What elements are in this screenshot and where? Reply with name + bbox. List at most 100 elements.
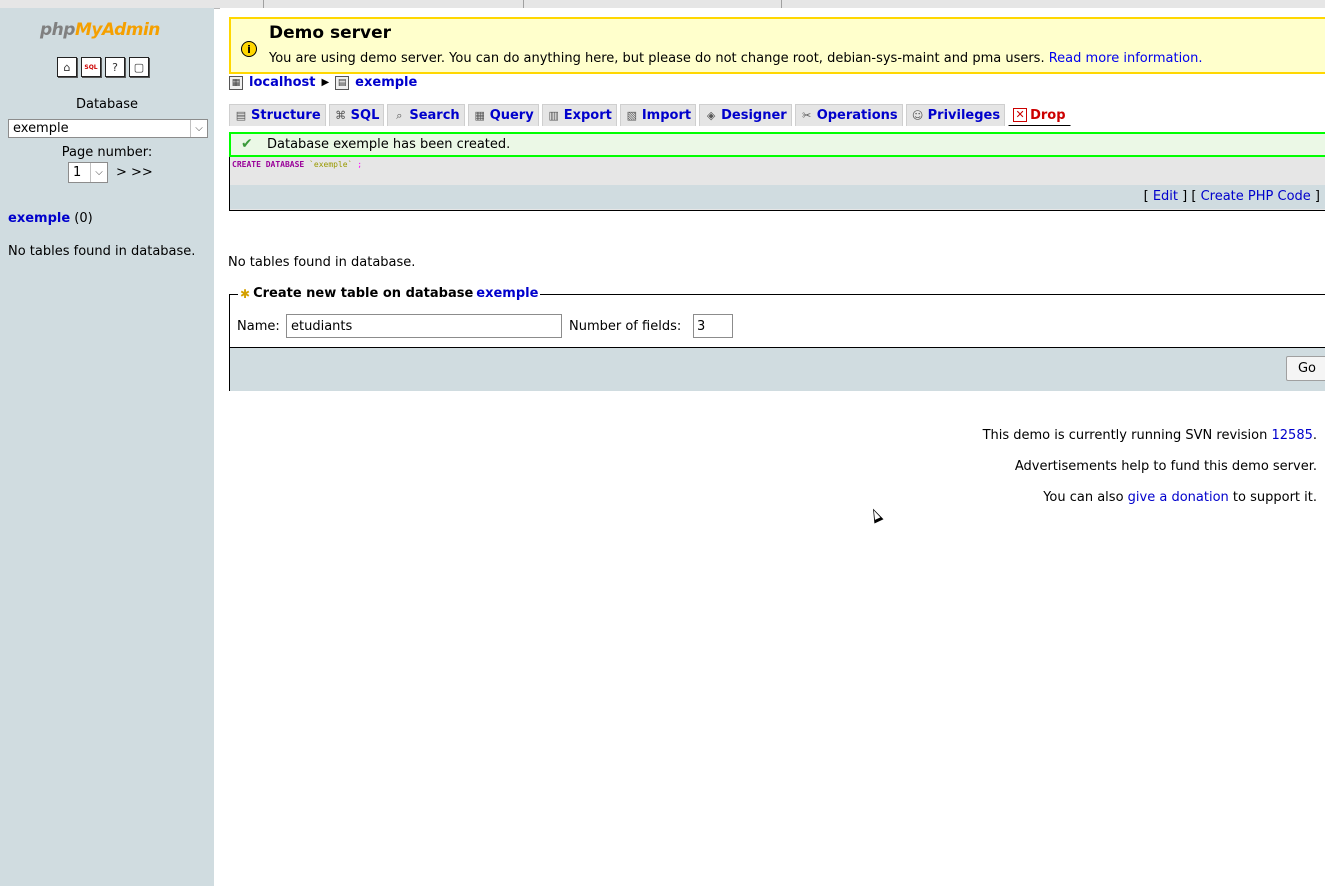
tab-query[interactable]: ▦ Query <box>467 104 539 126</box>
nav-database-link[interactable]: exemple <box>8 211 70 226</box>
navigation-frame: phpMyAdmin ⌂ SQL ? ▢ Database exemple ⌵ … <box>0 8 214 886</box>
sql-query-text: CREATE DATABASE `exemple` ; <box>232 160 362 169</box>
donation-suffix: to support it. <box>1232 490 1317 505</box>
success-text: Database exemple has been created. <box>267 137 511 152</box>
bracket: ] <box>1310 189 1320 204</box>
designer-icon: ◈ <box>706 108 716 122</box>
tab-separator <box>523 0 524 8</box>
sql-identifier: `exemple` <box>309 160 353 169</box>
tab-label: Structure <box>251 108 321 123</box>
tab-label: Operations <box>816 108 898 123</box>
demo-title: Demo server <box>269 23 391 43</box>
tab-label: Search <box>409 108 460 123</box>
tab-privileges[interactable]: ☺ Privileges <box>905 104 1006 126</box>
docs-icon[interactable]: ▢ <box>129 57 149 77</box>
tab-structure[interactable]: ▤ Structure <box>229 104 326 126</box>
breadcrumb: ▦ localhost ▶ ▤ exemple <box>229 75 417 90</box>
search-icon: ⌕ <box>396 108 403 122</box>
tab-separator <box>263 0 264 8</box>
table-name-label: Name: <box>237 319 280 334</box>
edit-query-link[interactable]: Edit <box>1153 189 1178 204</box>
tab-search[interactable]: ⌕ Search <box>387 104 465 126</box>
breadcrumb-server[interactable]: localhost <box>249 75 315 90</box>
nav-no-tables-text: No tables found in database. <box>8 244 196 259</box>
page-number-select[interactable]: 1 ⌵ <box>68 162 108 183</box>
no-tables-text: No tables found in database. <box>228 255 416 270</box>
tab-label: Designer <box>721 108 787 123</box>
tab-operations[interactable]: ✂ Operations <box>794 104 903 126</box>
checkmark-icon: ✔ <box>241 136 253 152</box>
legend-database-link[interactable]: exemple <box>476 286 538 301</box>
tab-drop[interactable]: ✕ Drop <box>1008 104 1071 126</box>
go-button[interactable]: Go <box>1286 356 1325 381</box>
logo-admin: Admin <box>101 20 160 40</box>
info-icon: i <box>241 41 257 57</box>
sql-keyword: CREATE DATABASE <box>232 160 305 169</box>
chevron-down-icon[interactable]: ⌵ <box>190 120 207 137</box>
demo-footer: This demo is currently running SVN revis… <box>983 427 1317 520</box>
privileges-icon: ☺ <box>911 108 924 122</box>
svn-revision-line: This demo is currently running SVN revis… <box>983 427 1317 444</box>
svn-revision-link[interactable]: 12585 <box>1272 428 1313 443</box>
table-name-input[interactable] <box>286 314 562 338</box>
drop-icon: ✕ <box>1013 108 1028 122</box>
tab-label: Export <box>563 108 612 123</box>
structure-icon: ▤ <box>235 108 247 122</box>
legend-text: Create new table on database <box>253 286 474 301</box>
ads-line: Advertisements help to fund this demo se… <box>1014 459 1317 474</box>
chevron-down-icon[interactable]: ⌵ <box>90 163 107 182</box>
breadcrumb-database[interactable]: exemple <box>355 75 417 90</box>
tab-label: Privileges <box>927 108 1001 123</box>
tab-designer[interactable]: ◈ Designer <box>699 104 792 126</box>
database-select[interactable]: exemple ⌵ <box>8 119 208 138</box>
tab-label: Import <box>641 108 692 123</box>
create-table-footer: Go <box>230 348 1325 391</box>
tab-import[interactable]: ▧ Import <box>619 104 697 126</box>
demo-message: You are using demo server. You can do an… <box>269 51 1203 66</box>
page-number-value: 1 <box>73 165 82 180</box>
sql-query-box: CREATE DATABASE `exemple` ; [ Edit ] [ C… <box>229 157 1325 211</box>
nav-database-entry: exemple (0) <box>8 211 93 226</box>
page-next-link[interactable]: > >> <box>116 165 153 180</box>
create-php-code-link[interactable]: Create PHP Code <box>1201 189 1311 204</box>
page-number-row: 1 ⌵ > >> <box>68 162 153 183</box>
import-icon: ▧ <box>626 108 638 122</box>
tab-separator <box>781 0 782 8</box>
create-table-legend: ✱ Create new table on database exemple <box>238 286 541 301</box>
tab-label: SQL <box>350 108 380 123</box>
read-more-link[interactable]: Read more information. <box>1049 51 1203 66</box>
tab-label: Drop <box>1030 107 1066 123</box>
operations-icon: ✂ <box>802 108 812 122</box>
create-table-fieldset: Name: Number of fields: Go ✱ Create new … <box>229 286 1325 391</box>
export-icon: ▥ <box>548 108 559 122</box>
tab-label: Query <box>489 108 534 123</box>
donation-line: You can also give a donation to support … <box>983 489 1317 506</box>
svn-text: This demo is currently running SVN revis… <box>982 428 1268 443</box>
database-select-value: exemple <box>13 121 69 136</box>
sql-window-icon[interactable]: SQL <box>81 57 101 77</box>
demo-message-text: You are using demo server. You can do an… <box>269 51 1045 66</box>
database-tabs: ▤ Structure ⌘ SQL ⌕ Search ▦ Query ▥ Exp… <box>229 104 1071 126</box>
sql-terminator: ; <box>357 160 363 169</box>
donation-link[interactable]: give a donation <box>1128 490 1229 505</box>
phpmyadmin-logo[interactable]: phpMyAdmin <box>40 20 160 40</box>
donation-prefix: You can also <box>1043 490 1124 505</box>
new-table-icon: ✱ <box>240 286 251 301</box>
query-help-icon[interactable]: ? <box>105 57 125 77</box>
sql-icon: ⌘ <box>335 108 347 122</box>
demo-notice: i Demo server You are using demo server.… <box>229 17 1325 74</box>
main-frame: i Demo server You are using demo server.… <box>220 8 1325 886</box>
query-icon: ▦ <box>474 108 485 122</box>
logo-php: php <box>40 20 75 40</box>
bracket: ] [ <box>1178 189 1201 204</box>
breadcrumb-arrow-icon: ▶ <box>321 77 330 88</box>
nav-table-count: (0) <box>74 211 93 226</box>
home-icon[interactable]: ⌂ <box>57 57 77 77</box>
tab-sql[interactable]: ⌘ SQL <box>328 104 385 126</box>
number-of-fields-input[interactable] <box>693 314 733 338</box>
tab-export[interactable]: ▥ Export <box>541 104 617 126</box>
database-icon: ▤ <box>335 75 350 90</box>
logo-my: My <box>74 20 103 40</box>
database-label: Database <box>75 97 139 112</box>
page-number-label: Page number: <box>61 145 153 160</box>
